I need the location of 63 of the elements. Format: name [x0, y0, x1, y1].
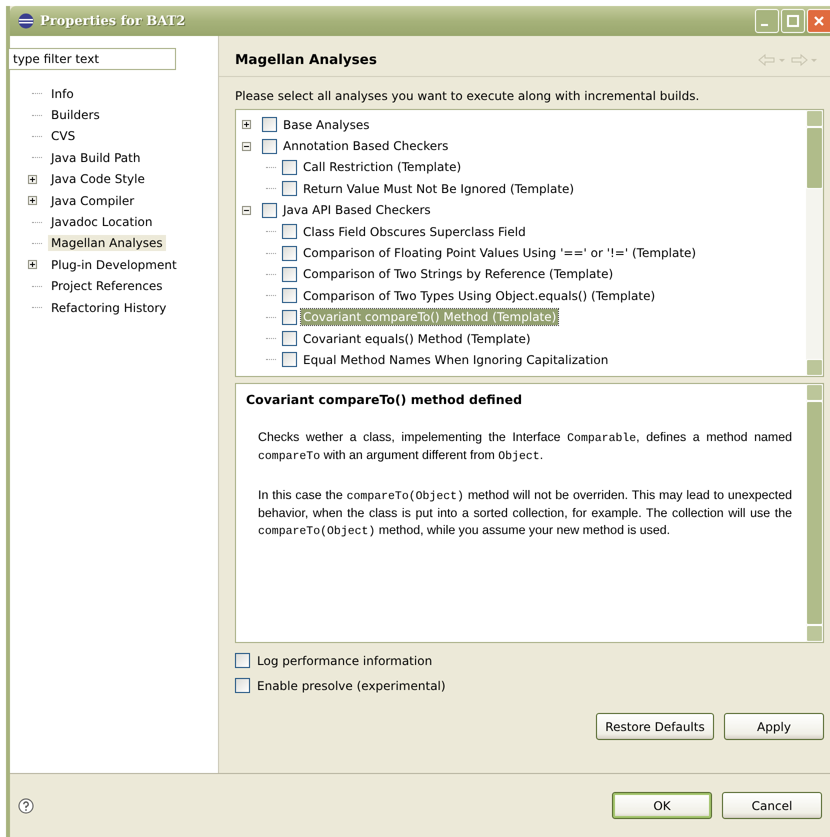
description-text: Checks wether a class, impelementing the Interface Comparable, defines a method named compareTo with an argument different from Object.: [258, 429, 792, 465]
sidebar-item[interactable]: Magellan Analyses: [48, 235, 166, 252]
option-label: Log performance information: [257, 654, 432, 668]
checkbox[interactable]: [235, 653, 250, 668]
close-icon: [813, 15, 825, 27]
close-button[interactable]: [807, 9, 830, 33]
checkbox[interactable]: [282, 266, 297, 282]
restore-defaults-button[interactable]: Restore Defaults: [596, 713, 714, 740]
checkbox[interactable]: [235, 678, 250, 693]
collapse-icon[interactable]: [242, 206, 251, 215]
eclipse-icon: [18, 13, 34, 29]
sidebar-item[interactable]: Project References: [48, 278, 166, 294]
tree-item[interactable]: Java API Based Checkers: [281, 202, 433, 218]
instruction-text: Please select all analyses you want to execute along with incremental builds.: [235, 89, 700, 103]
checkbox[interactable]: [262, 138, 277, 154]
sidebar-item[interactable]: Builders: [48, 107, 103, 124]
checkbox[interactable]: [282, 224, 297, 240]
expand-icon[interactable]: [28, 260, 37, 270]
tree-item[interactable]: Call Restriction (Template): [301, 159, 464, 176]
sidebar-item[interactable]: CVS: [48, 128, 78, 144]
sidebar-item[interactable]: Plug-in Development: [48, 256, 180, 273]
help-icon[interactable]: [18, 798, 34, 814]
description-text: In this case the compareTo(Object) method will not be overriden. This may lead to unexpected behavior, when the class is put into a sorted collection, for example. The collection will use the compareTo(Object) method, while you assume your new method is used.: [258, 487, 792, 540]
description-title: Covariant compareTo() method defined: [246, 392, 524, 407]
sidebar-item[interactable]: Java Compiler: [48, 192, 138, 209]
scrollbar[interactable]: [806, 110, 823, 376]
checkbox[interactable]: [282, 160, 297, 175]
tree-item[interactable]: Class Field Obscures Superclass Field: [301, 224, 528, 240]
filter-field[interactable]: type filter text: [8, 48, 176, 70]
sidebar-item[interactable]: Java Code Style: [48, 171, 148, 188]
apply-button[interactable]: Apply: [724, 713, 824, 740]
tree-item[interactable]: Base Analyses: [281, 116, 372, 133]
tree-item[interactable]: Annotation Based Checkers: [281, 138, 450, 154]
scroll-thumb[interactable]: [806, 127, 823, 189]
collapse-icon[interactable]: [242, 142, 251, 151]
expand-icon[interactable]: [242, 120, 251, 130]
checkbox[interactable]: [282, 181, 297, 196]
checkbox[interactable]: [262, 117, 277, 132]
checkbox[interactable]: [282, 331, 297, 346]
expand-icon[interactable]: [28, 196, 37, 206]
tree-item[interactable]: Equal Method Names When Ignoring Capitalization: [301, 352, 610, 368]
page-title: Magellan Analyses: [235, 52, 377, 68]
expand-icon[interactable]: [28, 174, 37, 184]
window-title: Properties for BAT2: [40, 14, 186, 28]
checkbox[interactable]: [282, 288, 297, 304]
tree-item[interactable]: Comparison of Two Types Using Object.equals() (Template): [301, 288, 658, 304]
checkbox[interactable]: [282, 352, 297, 368]
sidebar-item[interactable]: Refactoring History: [48, 300, 170, 316]
tree-item[interactable]: Covariant equals() Method (Template): [301, 330, 533, 347]
tree-item[interactable]: Comparison of Two Strings by Reference (Template): [301, 266, 616, 282]
tree-item[interactable]: Return Value Must Not Be Ignored (Template): [301, 180, 576, 197]
sidebar-item[interactable]: Java Build Path: [48, 150, 144, 166]
checkbox[interactable]: [262, 202, 277, 218]
ok-button[interactable]: OK: [612, 792, 712, 819]
option-label: Enable presolve (experimental): [257, 678, 446, 692]
cancel-button[interactable]: Cancel: [722, 792, 822, 819]
maximize-icon: [787, 15, 799, 27]
sidebar-item[interactable]: Javadoc Location: [48, 214, 156, 230]
checkbox[interactable]: [282, 246, 297, 261]
sidebar-item[interactable]: Info: [48, 86, 77, 102]
tree-item[interactable]: Comparison of Floating Point Values Using '==' or '!=' (Template): [301, 245, 698, 262]
minimize-icon: [760, 24, 768, 26]
checkbox[interactable]: [282, 310, 297, 325]
